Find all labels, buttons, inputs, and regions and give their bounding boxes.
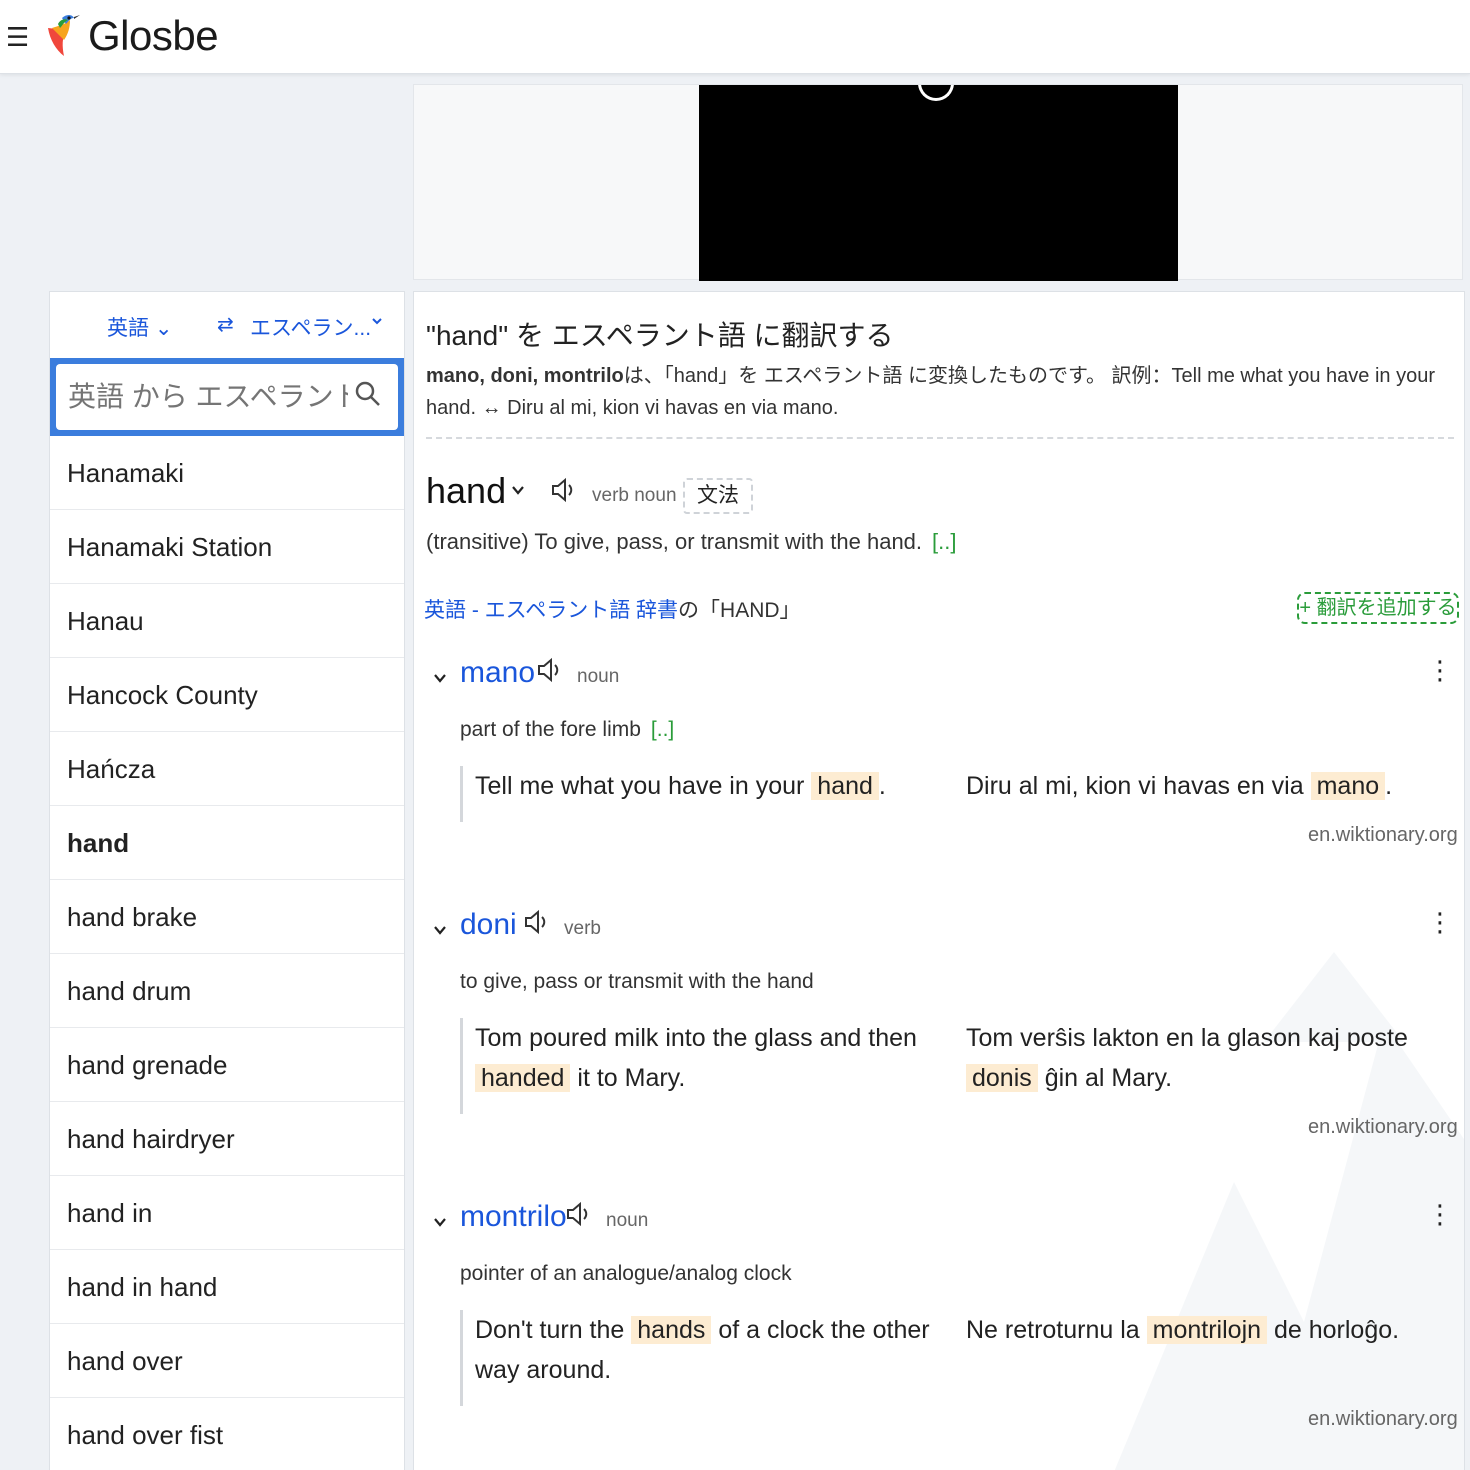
translation-summary: mano, doni, montriloは、「hand」を エスペラント語 に変…	[426, 360, 1456, 424]
sidebar-item[interactable]: hand over fist	[50, 1398, 404, 1470]
chevron-down-icon[interactable]	[510, 482, 526, 498]
summary-translations: mano, doni, montrilo	[426, 365, 624, 387]
example-sentence: Don't turn the hands of a clock the othe…	[460, 1310, 1450, 1406]
translation-word[interactable]: doni	[460, 908, 517, 942]
headword-definition: (transitive) To give, pass, or transmit …	[426, 529, 956, 555]
divider	[426, 437, 1454, 439]
example-text: Ne retroturnu la	[966, 1316, 1140, 1344]
example-highlight: handed	[475, 1064, 571, 1092]
part-of-speech: verb	[564, 918, 601, 939]
example-text: Diru al mi, kion vi havas en via	[966, 772, 1304, 800]
example-source: Tom poured milk into the glass and then …	[475, 1018, 945, 1098]
translation-word[interactable]: mano	[460, 656, 535, 690]
chevron-down-icon[interactable]	[370, 314, 384, 328]
sidebar-item[interactable]: Hanamaki	[50, 436, 404, 510]
main-content: "hand" を エスペラント語 に翻訳する mano, doni, montr…	[413, 291, 1465, 1470]
sidebar-item-active[interactable]: hand	[50, 806, 404, 880]
example-source: Don't turn the hands of a clock the othe…	[475, 1310, 945, 1390]
more-options-icon[interactable]: ⋮	[1427, 908, 1453, 936]
dictionary-link[interactable]: 英語 - エスペラント語 辞書	[424, 599, 678, 622]
example-source: Tell me what you have in your hand.	[475, 766, 945, 806]
sidebar-item[interactable]: hand drum	[50, 954, 404, 1028]
example-target: Ne retroturnu la montrilojn de horloĝo.	[966, 1310, 1446, 1350]
example-text: Don't turn the	[475, 1316, 625, 1344]
sidebar-item[interactable]: Hancock County	[50, 658, 404, 732]
example-sentence: Tell me what you have in your hand. Diru…	[460, 766, 1450, 822]
example-text: ĝin al Mary.	[1044, 1064, 1173, 1092]
dictionary-label: 英語 - エスペラント語 辞書の「HAND」	[424, 594, 801, 624]
source-language-select[interactable]: 英語 ⌄	[107, 312, 172, 342]
grammar-button[interactable]: 文法	[683, 478, 753, 514]
brand-name[interactable]: Glosbe	[88, 12, 219, 60]
speaker-icon[interactable]	[522, 908, 550, 936]
example-source-link[interactable]: en.wiktionary.org	[1308, 1408, 1458, 1431]
search-input[interactable]	[56, 364, 398, 430]
more-options-icon[interactable]: ⋮	[1427, 1200, 1453, 1228]
sidebar-item[interactable]: hand hairdryer	[50, 1102, 404, 1176]
sidebar-item[interactable]: hand in	[50, 1176, 404, 1250]
example-highlight: donis	[966, 1064, 1038, 1092]
example-highlight: hands	[631, 1316, 712, 1344]
sidebar-item[interactable]: hand grenade	[50, 1028, 404, 1102]
ad-video[interactable]	[699, 85, 1178, 281]
chevron-down-icon[interactable]	[432, 670, 448, 686]
sidebar-item[interactable]: Hańcza	[50, 732, 404, 806]
translation-definition: part of the fore limb [..]	[460, 718, 674, 742]
translation-word[interactable]: montrilo	[460, 1200, 567, 1234]
part-of-speech: noun	[577, 666, 620, 687]
speaker-icon[interactable]	[535, 656, 563, 684]
chevron-down-icon[interactable]	[432, 922, 448, 938]
search-box	[50, 358, 404, 436]
headword: hand	[426, 470, 507, 511]
example-highlight: montrilojn	[1146, 1316, 1268, 1344]
sidebar-item[interactable]: Hanau	[50, 584, 404, 658]
translation-definition: pointer of an analogue/analog clock	[460, 1262, 792, 1285]
example-source-link[interactable]: en.wiktionary.org	[1308, 1116, 1458, 1139]
example-target: Diru al mi, kion vi havas en via mano.	[966, 766, 1446, 806]
example-text: Tom poured milk into the glass and then	[475, 1024, 917, 1052]
headword-pos: verb noun	[592, 485, 677, 506]
target-language-select[interactable]: エスペラン...	[250, 312, 371, 342]
definition-text: (transitive) To give, pass, or transmit …	[426, 529, 923, 554]
definition-text: part of the fore limb	[460, 718, 641, 741]
chevron-down-icon[interactable]	[432, 1214, 448, 1230]
page-title: "hand" を エスペラント語 に翻訳する	[426, 320, 894, 351]
example-text: .	[1385, 772, 1393, 800]
speaker-icon[interactable]	[549, 476, 577, 504]
example-text: Tell me what you have in your	[475, 772, 805, 800]
more-options-icon[interactable]: ⋮	[1427, 656, 1453, 684]
part-of-speech: noun	[606, 1210, 649, 1231]
language-selector: 英語 ⌄ ⇄ エスペラン...	[50, 292, 404, 358]
swap-languages-icon[interactable]: ⇄	[217, 312, 234, 337]
dictionary-label-rest: の「HAND」	[678, 599, 801, 622]
example-target: Tom verŝis lakton en la glason kaj poste…	[966, 1018, 1446, 1098]
more-link[interactable]: [..]	[651, 718, 674, 741]
search-icon[interactable]	[354, 380, 382, 408]
example-text: de horloĝo.	[1273, 1316, 1400, 1344]
example-highlight: hand	[811, 772, 879, 800]
speaker-icon[interactable]	[564, 1200, 592, 1228]
sidebar-item[interactable]: hand over	[50, 1324, 404, 1398]
example-text: .	[878, 772, 886, 800]
more-link[interactable]: [..]	[932, 529, 956, 554]
example-source-link[interactable]: en.wiktionary.org	[1308, 824, 1458, 847]
loading-spinner-icon	[918, 85, 954, 101]
top-header: ☰ Glosbe	[0, 0, 1470, 74]
hummingbird-logo-icon[interactable]	[40, 10, 80, 58]
sidebar-item[interactable]: Hanamaki Station	[50, 510, 404, 584]
example-text: Tom verŝis lakton en la glason kaj poste	[966, 1024, 1408, 1052]
example-sentence: Tom poured milk into the glass and then …	[460, 1018, 1450, 1114]
sidebar-item[interactable]: hand brake	[50, 880, 404, 954]
add-translation-button[interactable]: + 翻訳を追加する	[1297, 592, 1459, 624]
example-text: it to Mary.	[577, 1064, 686, 1092]
hamburger-icon[interactable]: ☰	[6, 22, 29, 52]
translation-definition: to give, pass or transmit with the hand	[460, 970, 814, 993]
sidebar: 英語 ⌄ ⇄ エスペラン... Hanamaki Hanamaki Statio…	[49, 291, 405, 1470]
ad-container	[413, 84, 1463, 281]
example-highlight: mano	[1310, 772, 1386, 800]
sidebar-item[interactable]: hand in hand	[50, 1250, 404, 1324]
